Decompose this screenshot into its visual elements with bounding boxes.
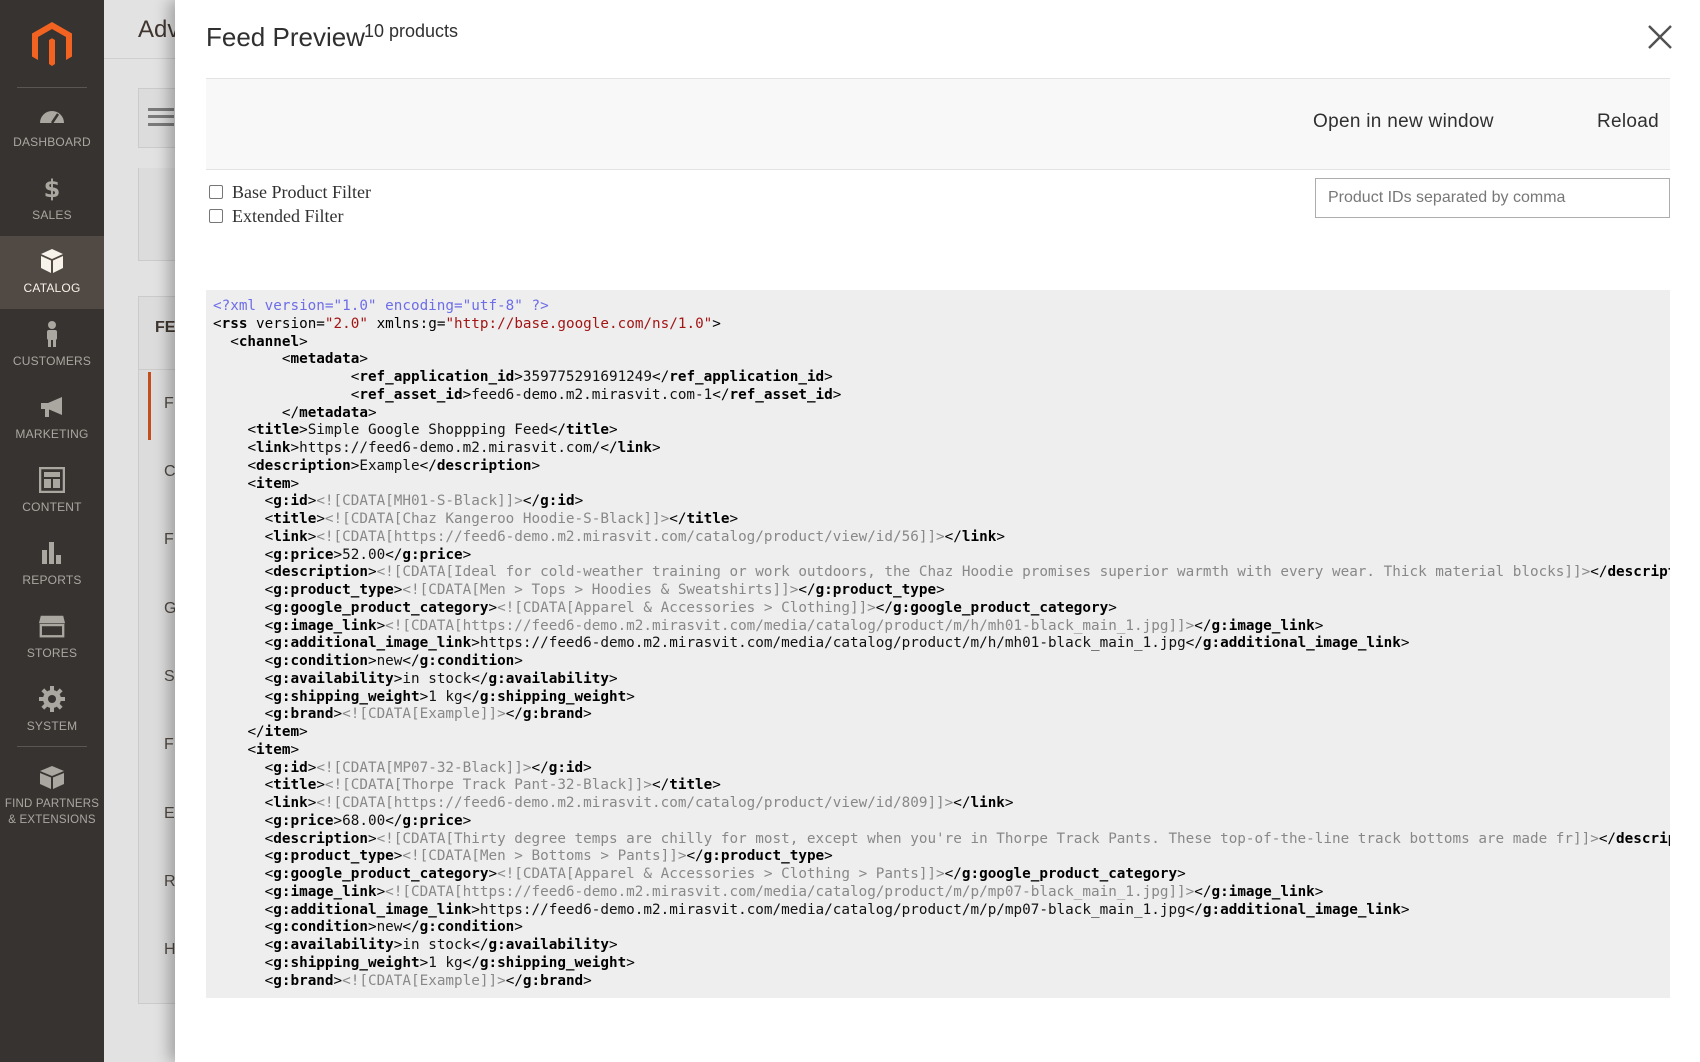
panel-tab-label: F xyxy=(164,395,174,412)
nav-divider xyxy=(17,746,87,747)
base-product-filter-checkbox[interactable] xyxy=(209,185,223,199)
logo-divider xyxy=(17,87,87,88)
panel-tab-label: E xyxy=(164,805,175,822)
catalog-box-icon xyxy=(38,248,66,274)
product-ids-input[interactable] xyxy=(1315,178,1670,218)
sidebar-item-customers[interactable]: CUSTOMERS xyxy=(0,309,104,382)
reload-button[interactable]: Reload xyxy=(1597,111,1659,133)
panel-tab-label: R xyxy=(164,873,176,890)
panel-tab-label: F xyxy=(164,531,174,548)
extended-filter-option[interactable]: Extended Filter xyxy=(209,204,371,228)
product-count: 10 products xyxy=(364,21,459,41)
extended-filter-checkbox[interactable] xyxy=(209,209,223,223)
close-icon[interactable] xyxy=(1643,20,1677,54)
panel-tab-label: H xyxy=(164,941,176,958)
open-in-new-window-button[interactable]: Open in new window xyxy=(1313,111,1494,133)
megaphone-icon xyxy=(38,394,66,420)
hamburger-menu-icon xyxy=(148,108,174,126)
sidebar-item-label: CATALOG xyxy=(23,281,81,295)
extended-filter-label: Extended Filter xyxy=(232,205,344,226)
panel-tab-label: S xyxy=(164,668,175,685)
xml-code: <?xml version="1.0" encoding="utf-8" ?> … xyxy=(213,298,1670,989)
sidebar-item-label: DASHBOARD xyxy=(13,135,91,149)
partners-box-icon xyxy=(38,764,66,790)
panel-tab-label: F xyxy=(164,736,174,753)
sidebar-item-catalog[interactable]: CATALOG xyxy=(0,236,104,309)
admin-sidebar: DASHBOARD $ SALES CATALOG CUSTOMERS MARKETING… xyxy=(0,0,104,1062)
xml-preview: <?xml version="1.0" encoding="utf-8" ?> … xyxy=(206,290,1670,998)
store-icon xyxy=(38,613,66,639)
sidebar-item-label: CUSTOMERS xyxy=(12,354,92,368)
svg-text:$: $ xyxy=(44,175,61,201)
magento-logo-icon[interactable] xyxy=(28,20,76,68)
sidebar-item-stores[interactable]: STORES xyxy=(0,601,104,674)
base-product-filter-label: Base Product Filter xyxy=(232,181,371,202)
filter-options: Base Product Filter Extended Filter xyxy=(209,180,371,228)
customer-person-icon xyxy=(38,321,66,347)
content-layout-icon xyxy=(38,467,66,493)
sidebar-item-marketing[interactable]: MARKETING xyxy=(0,382,104,455)
panel-title: FE xyxy=(155,319,176,336)
dollar-icon: $ xyxy=(38,175,66,201)
gear-icon xyxy=(38,686,66,712)
sidebar-item-find-partners[interactable]: FIND PARTNERS & EXTENSIONS xyxy=(0,752,104,826)
sidebar-item-reports[interactable]: REPORTS xyxy=(0,528,104,601)
sidebar-item-label: SALES xyxy=(32,208,72,222)
sidebar-item-label: REPORTS xyxy=(22,573,82,587)
sidebar-item-label: SYSTEM xyxy=(26,719,78,733)
sidebar-item-label: MARKETING xyxy=(15,427,89,441)
sidebar-item-system[interactable]: SYSTEM xyxy=(0,674,104,747)
feed-preview-modal: Feed Preview 10 products Open in new win… xyxy=(175,0,1700,1062)
page-title: Adv xyxy=(138,16,180,43)
sidebar-item-label: STORES xyxy=(26,646,78,660)
sidebar-item-dashboard[interactable]: DASHBOARD xyxy=(0,90,104,163)
dashboard-icon xyxy=(38,102,66,128)
preview-toolbar: Open in new window Reload xyxy=(206,79,1670,170)
modal-title: Feed Preview xyxy=(206,22,365,52)
panel-tab-label: C xyxy=(164,463,176,480)
base-product-filter-option[interactable]: Base Product Filter xyxy=(209,180,371,204)
sidebar-item-sales[interactable]: $ SALES xyxy=(0,163,104,236)
sidebar-item-content[interactable]: CONTENT xyxy=(0,455,104,528)
bar-chart-icon xyxy=(38,540,66,566)
active-tab-accent xyxy=(148,372,151,440)
sidebar-item-label: CONTENT xyxy=(22,500,82,514)
sidebar-item-label: FIND PARTNERS & EXTENSIONS xyxy=(4,798,100,826)
